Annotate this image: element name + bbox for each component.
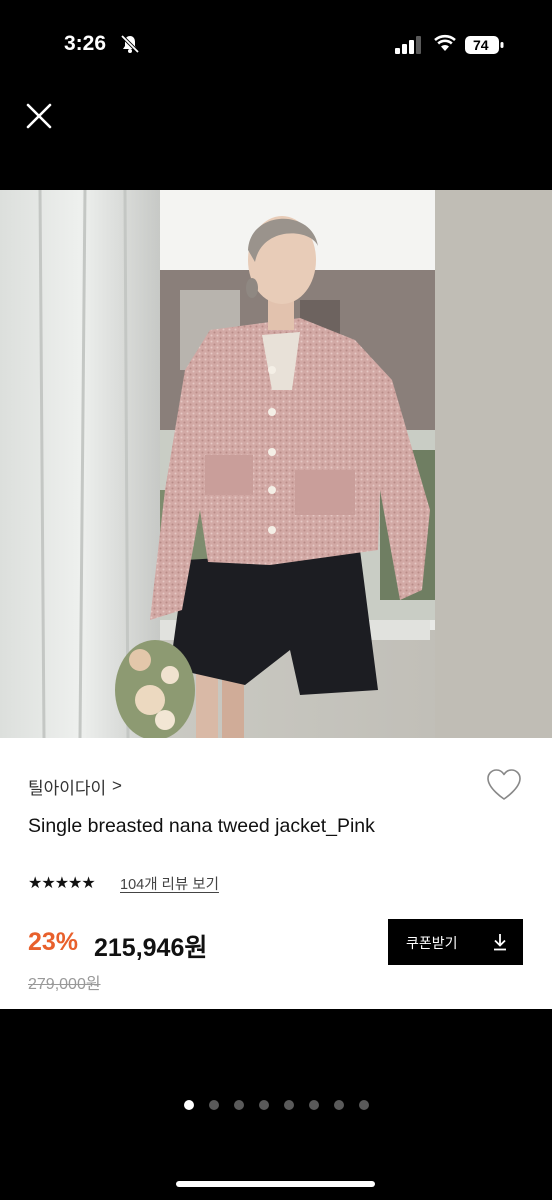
- heart-icon[interactable]: [486, 768, 522, 802]
- page-dot[interactable]: [184, 1100, 194, 1110]
- reviews-link[interactable]: 104개 리뷰 보기: [120, 873, 219, 894]
- coupon-button-label: 쿠폰받기: [406, 935, 458, 951]
- page-dot[interactable]: [284, 1100, 294, 1110]
- close-icon[interactable]: [26, 103, 52, 129]
- chevron-right-icon[interactable]: >: [112, 776, 122, 796]
- bell-slash-icon: [120, 34, 140, 54]
- cellular-signal-icon: [395, 36, 421, 54]
- status-bar: 3:26 74: [0, 0, 552, 90]
- product-image[interactable]: [0, 190, 552, 738]
- home-indicator[interactable]: [176, 1181, 375, 1187]
- page-dot[interactable]: [334, 1100, 344, 1110]
- sale-price: 215,946원: [94, 934, 208, 962]
- brand-link[interactable]: 틸아이다이: [28, 774, 106, 799]
- page-dot[interactable]: [234, 1100, 244, 1110]
- wifi-icon: [434, 34, 456, 51]
- product-title: Single breasted nana tweed jacket_Pink: [28, 815, 375, 837]
- page-dot[interactable]: [259, 1100, 269, 1110]
- discount-rate: 23%: [28, 928, 79, 956]
- product-photo: [0, 190, 552, 738]
- rating-stars: ★★★★★: [28, 875, 96, 892]
- download-icon: [494, 934, 506, 951]
- battery-level: 74: [473, 37, 489, 53]
- page-dot[interactable]: [359, 1100, 369, 1110]
- page-dot[interactable]: [309, 1100, 319, 1110]
- coupon-button[interactable]: 쿠폰받기: [388, 919, 523, 965]
- page-dot[interactable]: [209, 1100, 219, 1110]
- status-time: 3:26: [64, 32, 107, 55]
- original-price: 279,000원: [28, 976, 101, 993]
